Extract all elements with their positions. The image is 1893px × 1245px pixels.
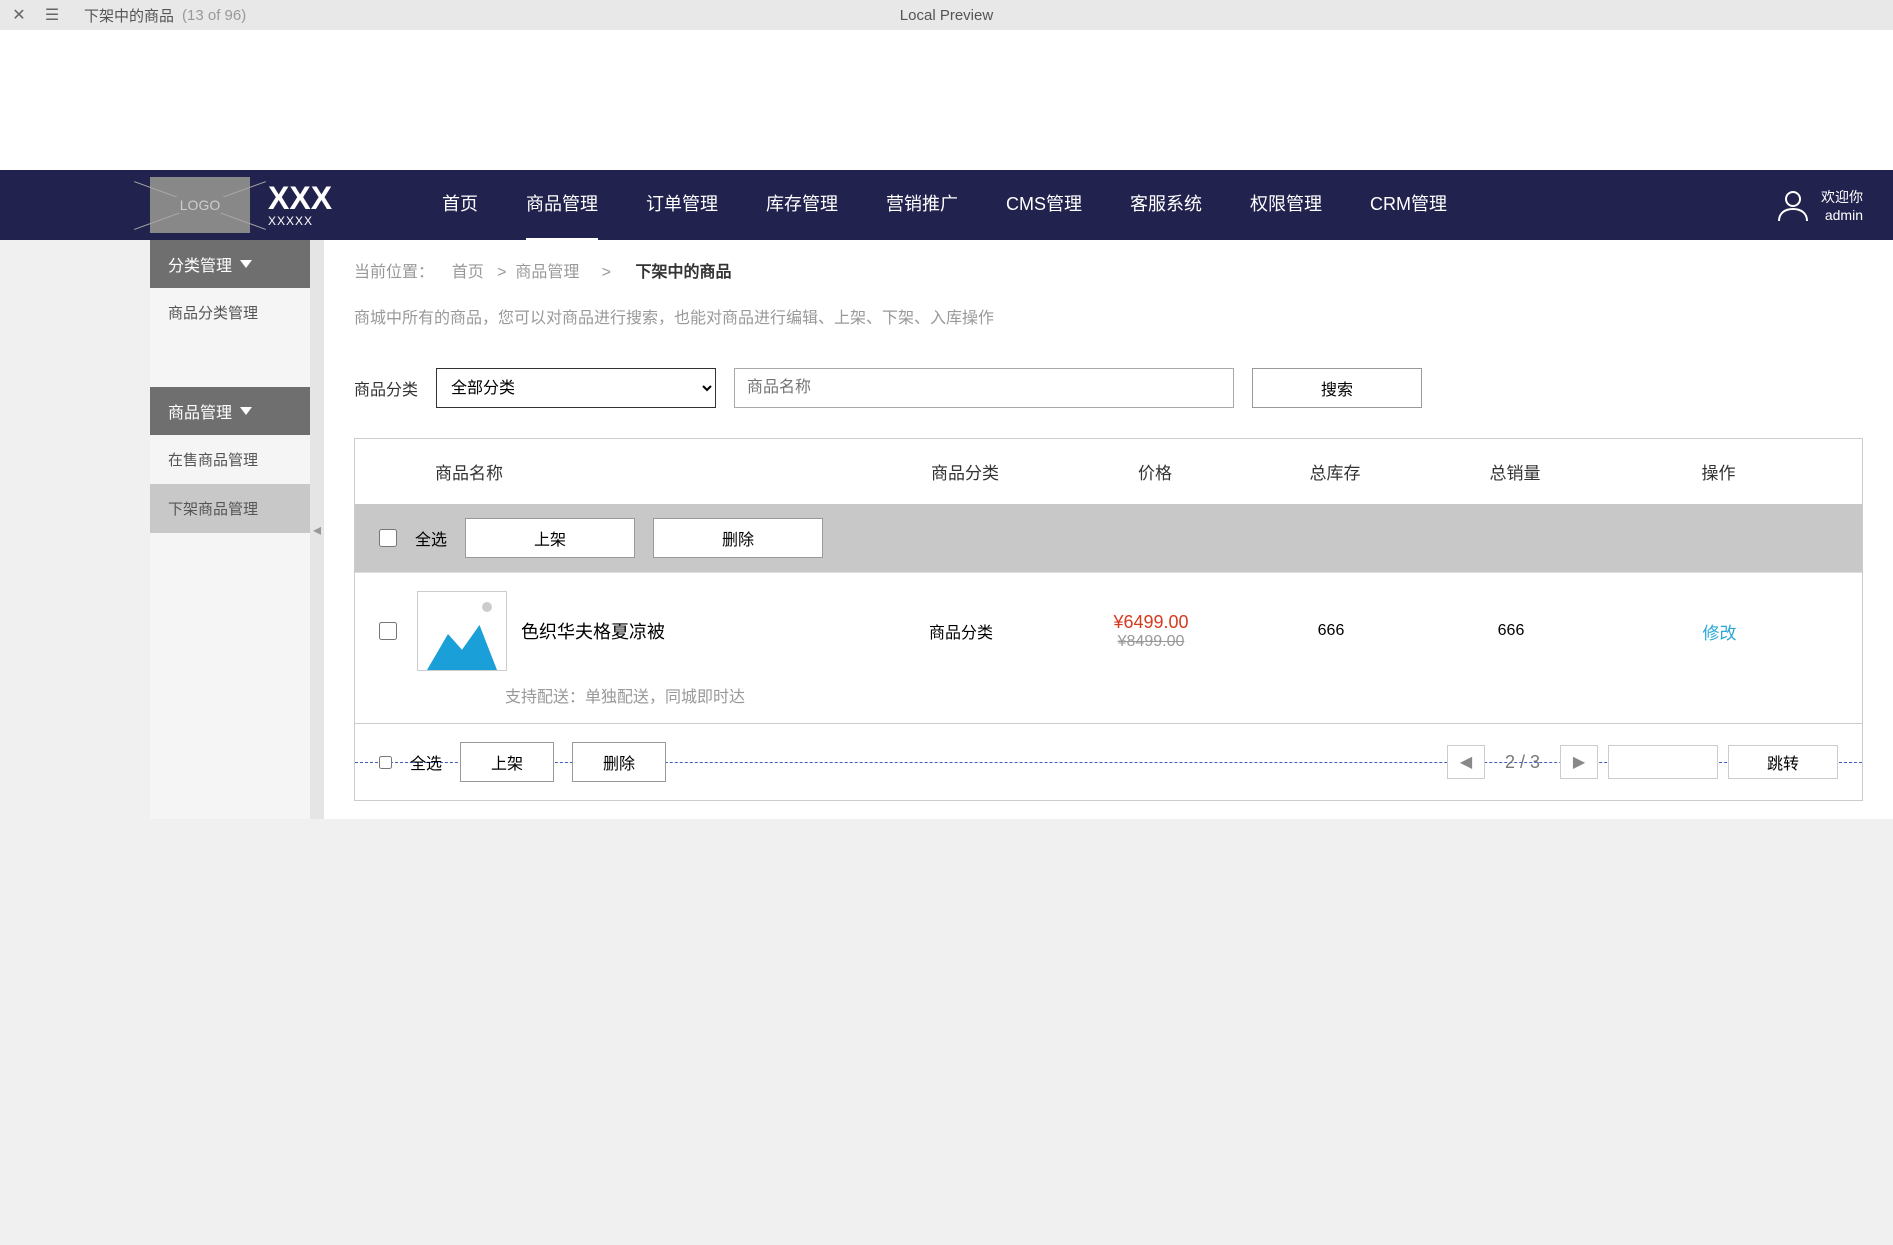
- pagination: ◀ 2 / 3 ▶ 跳转: [1447, 745, 1838, 779]
- th-stock: 总库存: [1245, 459, 1425, 484]
- blank-area: [0, 30, 1893, 170]
- user-area[interactable]: 欢迎你 admin: [1775, 187, 1863, 223]
- sidebar-group-category[interactable]: 分类管理: [150, 240, 310, 288]
- edit-link[interactable]: 修改: [1703, 624, 1737, 643]
- row-category: 商品分类: [861, 619, 1061, 643]
- chevron-down-icon: [240, 260, 252, 268]
- delete-button-top[interactable]: 删除: [653, 518, 823, 558]
- nav-home[interactable]: 首页: [442, 168, 478, 242]
- menu-icon[interactable]: ☰: [40, 5, 64, 25]
- nav-order-mgmt[interactable]: 订单管理: [646, 168, 718, 242]
- product-thumbnail: [417, 591, 507, 671]
- search-button[interactable]: 搜索: [1252, 368, 1422, 408]
- sidebar-group-product[interactable]: 商品管理: [150, 387, 310, 435]
- sidebar-item-onsale[interactable]: 在售商品管理: [150, 435, 310, 484]
- logo-text: LOGO: [176, 197, 224, 213]
- table-row: 色织华夫格夏凉被 商品分类 ¥6499.00 ¥8499.00 666 666 …: [355, 572, 1862, 677]
- breadcrumb-label: 当前位置：: [354, 264, 434, 281]
- th-sales: 总销量: [1425, 459, 1605, 484]
- th-category: 商品分类: [865, 459, 1065, 484]
- price-original: ¥8499.00: [1061, 633, 1241, 651]
- nav-product-mgmt[interactable]: 商品管理: [526, 168, 598, 242]
- page-jump-button[interactable]: 跳转: [1728, 745, 1838, 779]
- breadcrumb-home[interactable]: 首页: [452, 264, 484, 281]
- page-tab-count: (13 of 96): [182, 7, 246, 24]
- price-current: ¥6499.00: [1061, 612, 1241, 633]
- breadcrumb-sep: >: [497, 264, 506, 281]
- nav-inventory-mgmt[interactable]: 库存管理: [766, 168, 838, 242]
- delete-button-bottom[interactable]: 删除: [572, 742, 666, 782]
- preview-label: Local Preview: [900, 7, 993, 24]
- nav-support[interactable]: 客服系统: [1130, 168, 1202, 242]
- username: admin: [1821, 207, 1863, 223]
- close-icon[interactable]: ✕: [10, 5, 28, 25]
- sidebar-item-offsale[interactable]: 下架商品管理: [150, 484, 310, 533]
- nav-crm[interactable]: CRM管理: [1370, 168, 1447, 242]
- filter-category-label: 商品分类: [354, 376, 418, 400]
- filter-name-input[interactable]: [734, 368, 1234, 408]
- filter-category-select[interactable]: 全部分类: [436, 368, 716, 408]
- delivery-info: 支持配送：单独配送，同城即时达: [355, 677, 1862, 723]
- breadcrumb-level2[interactable]: 商品管理: [515, 264, 579, 281]
- main-nav: 首页 商品管理 订单管理 库存管理 营销推广 CMS管理 客服系统 权限管理 C…: [442, 168, 1447, 242]
- table-header: 商品名称 商品分类 价格 总库存 总销量 操作: [355, 439, 1862, 504]
- welcome-text: 欢迎你: [1821, 187, 1863, 207]
- th-price: 价格: [1065, 459, 1245, 484]
- logo-placeholder: LOGO: [150, 177, 250, 233]
- sidebar: 分类管理 商品分类管理 商品管理 在售商品管理 下架商品管理: [150, 240, 310, 819]
- image-placeholder-icon: [482, 602, 492, 612]
- select-all-checkbox-top[interactable]: [379, 529, 397, 547]
- row-checkbox[interactable]: [379, 622, 397, 640]
- breadcrumb-current: 下架中的商品: [635, 264, 731, 281]
- th-operation: 操作: [1605, 459, 1832, 484]
- image-placeholder-icon: [427, 625, 497, 670]
- th-name: 商品名称: [385, 459, 865, 484]
- product-table: 商品名称 商品分类 价格 总库存 总销量 操作 全选 上架 删除 色织华夫格夏凉: [354, 438, 1863, 801]
- page-indicator: 2 / 3: [1495, 752, 1550, 773]
- main-header: LOGO XXX XXXXX 首页 商品管理 订单管理 库存管理 营销推广 CM…: [0, 170, 1893, 240]
- row-stock: 666: [1241, 622, 1421, 640]
- sidebar-drag-handle[interactable]: ◂: [310, 240, 324, 819]
- breadcrumb: 当前位置： 首页 > 商品管理 > 下架中的商品: [354, 258, 1863, 282]
- user-text: 欢迎你 admin: [1821, 187, 1863, 223]
- page-input[interactable]: [1608, 745, 1718, 779]
- brand-name: XXX: [268, 182, 332, 214]
- select-all-label: 全选: [415, 526, 447, 550]
- action-bar-top: 全选 上架 删除: [355, 504, 1862, 572]
- nav-cms[interactable]: CMS管理: [1006, 168, 1082, 242]
- chevron-down-icon: [240, 407, 252, 415]
- nav-marketing[interactable]: 营销推广: [886, 168, 958, 242]
- brand-block: XXX XXXXX: [268, 182, 332, 228]
- sidebar-group-category-label: 分类管理: [168, 252, 232, 276]
- nav-permissions[interactable]: 权限管理: [1250, 168, 1322, 242]
- breadcrumb-sep: >: [602, 264, 611, 281]
- product-name: 色织华夫格夏凉被: [521, 618, 861, 644]
- sidebar-group-product-label: 商品管理: [168, 399, 232, 423]
- select-all-label-bottom: 全选: [410, 750, 442, 774]
- onshelf-button-bottom[interactable]: 上架: [460, 742, 554, 782]
- action-bar-bottom: 全选 上架 删除 ◀ 2 / 3 ▶ 跳转: [355, 723, 1862, 800]
- brand-sub: XXXXX: [268, 214, 332, 228]
- app-topbar: ✕ ☰ 下架中的商品 (13 of 96) Local Preview: [0, 0, 1893, 30]
- onshelf-button-top[interactable]: 上架: [465, 518, 635, 558]
- select-all-checkbox-bottom[interactable]: [379, 756, 392, 769]
- row-sales: 666: [1421, 622, 1601, 640]
- sidebar-item-category-mgmt[interactable]: 商品分类管理: [150, 288, 310, 337]
- page-tab-title: 下架中的商品: [84, 5, 174, 26]
- filter-row: 商品分类 全部分类 搜索: [354, 368, 1863, 408]
- user-icon: [1775, 187, 1811, 223]
- page-next-button[interactable]: ▶: [1560, 745, 1598, 779]
- page-description: 商城中所有的商品，您可以对商品进行搜索，也能对商品进行编辑、上架、下架、入库操作: [354, 304, 1863, 328]
- page-prev-button[interactable]: ◀: [1447, 745, 1485, 779]
- content-area: 当前位置： 首页 > 商品管理 > 下架中的商品 商城中所有的商品，您可以对商品…: [324, 240, 1893, 819]
- main-layout: 分类管理 商品分类管理 商品管理 在售商品管理 下架商品管理 ◂ 当前位置： 首…: [150, 240, 1893, 819]
- row-price: ¥6499.00 ¥8499.00: [1061, 612, 1241, 651]
